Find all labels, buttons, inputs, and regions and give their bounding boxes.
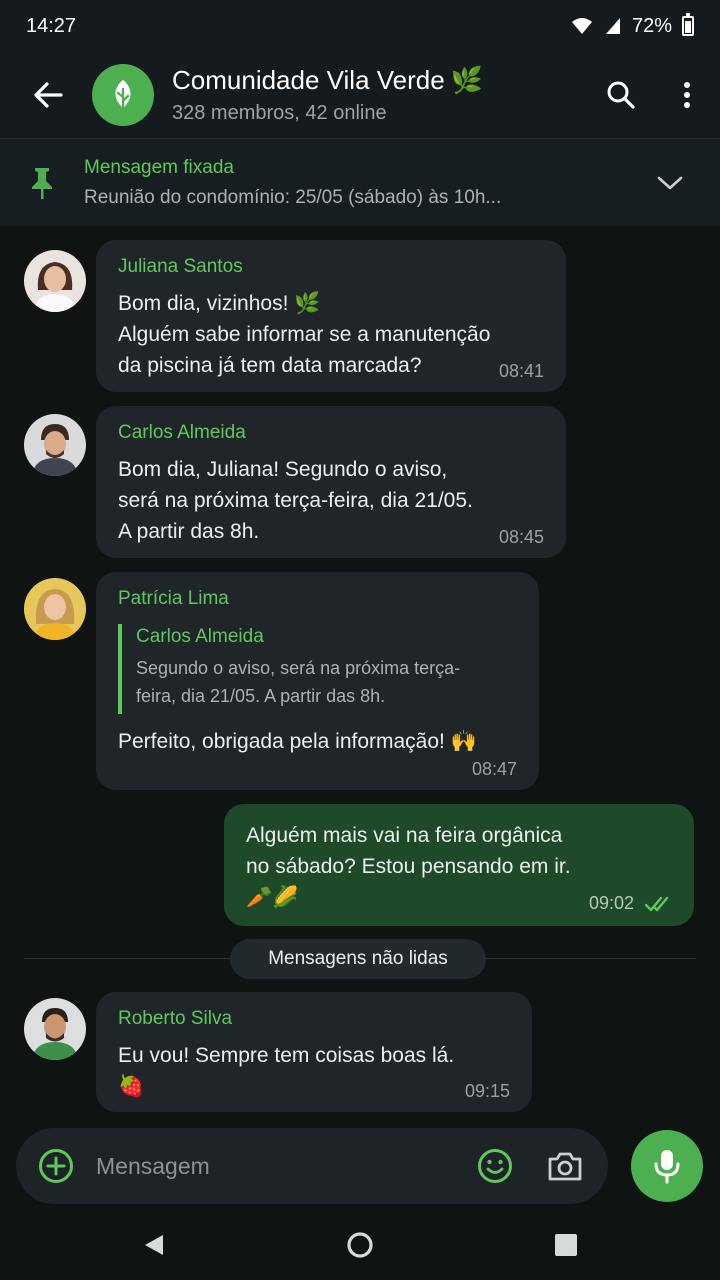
message-sender: Roberto Silva xyxy=(118,1008,233,1029)
chat-title-text: Comunidade Vila Verde xyxy=(172,65,445,95)
message-time: 09:15 xyxy=(464,1081,510,1101)
double-check-icon xyxy=(644,896,669,911)
battery-percent: 72% xyxy=(631,14,672,37)
camera-button[interactable] xyxy=(530,1133,600,1199)
microphone-icon xyxy=(654,1150,680,1184)
search-icon xyxy=(607,81,635,109)
pinned-text: Mensagem fixada Reunião do condomínio: 2… xyxy=(84,157,620,209)
outgoing-message-bubble[interactable]: Alguém mais vai na feira orgânica no sáb… xyxy=(224,804,694,926)
system-nav-bar xyxy=(0,1210,720,1280)
message-line: A partir das 8h. xyxy=(118,520,260,543)
chevron-down-icon xyxy=(657,176,683,189)
group-avatar[interactable] xyxy=(92,64,154,126)
avatar-juliana[interactable] xyxy=(24,250,86,312)
pinned-message[interactable]: Mensagem fixada Reunião do condomínio: 2… xyxy=(0,138,720,226)
reply-quote[interactable]: Carlos Almeida Segundo o aviso, será na … xyxy=(118,624,517,714)
expand-pinned-button[interactable] xyxy=(620,175,720,191)
smiley-icon xyxy=(478,1149,512,1183)
search-button[interactable] xyxy=(588,62,654,128)
nav-recents-button[interactable] xyxy=(463,1210,669,1280)
message-line: Alguém sabe informar se a manutenção xyxy=(118,323,491,346)
message-text: Perfeito, obrigada pela informação! 🙌 xyxy=(118,730,477,753)
header-actions xyxy=(588,62,720,128)
quote-text: Segundo o aviso, será na próxima terça- … xyxy=(136,654,517,710)
quote-sender: Carlos Almeida xyxy=(136,626,264,647)
triangle-back-icon xyxy=(145,1235,163,1255)
more-vertical-icon xyxy=(684,82,690,108)
message-sender: Carlos Almeida xyxy=(118,422,246,443)
leaf-icon xyxy=(115,80,131,112)
signal-icon xyxy=(604,16,622,36)
message-line: 🍓 xyxy=(118,1075,145,1098)
message-bubble-5[interactable]: Roberto Silva Eu vou! Sempre tem coisas … xyxy=(96,992,532,1112)
circle-home-icon xyxy=(347,1232,373,1258)
message-text: Bom dia, vizinhos! 🌿 Alguém sabe informa… xyxy=(118,288,544,381)
chat-title: Comunidade Vila Verde 🌿 xyxy=(172,65,588,96)
message-line: Alguém mais vai na feira orgânica xyxy=(246,824,563,847)
camera-icon xyxy=(548,1152,582,1181)
message-sender: Juliana Santos xyxy=(118,256,243,277)
message-list[interactable]: Juliana Santos Bom dia, vizinhos! 🌿 Algu… xyxy=(0,226,720,1120)
nav-home-button[interactable] xyxy=(257,1210,463,1280)
message-time: 08:45 xyxy=(498,527,544,547)
header-text[interactable]: Comunidade Vila Verde 🌿 328 membros, 42 … xyxy=(172,65,588,125)
message-line: da piscina já tem data marcada? xyxy=(118,354,422,377)
message-line: Eu vou! Sempre tem coisas boas lá. xyxy=(118,1044,455,1067)
avatar-roberto[interactable] xyxy=(24,998,86,1060)
nav-back-button[interactable] xyxy=(51,1210,257,1280)
message-line: Bom dia, Juliana! Segundo o aviso, xyxy=(118,458,448,481)
wifi-icon xyxy=(570,16,594,36)
message-input[interactable] xyxy=(96,1152,460,1180)
pin-icon xyxy=(0,166,84,200)
quote-line: Segundo o aviso, será na próxima terça- xyxy=(136,658,461,678)
square-recents-icon xyxy=(555,1234,577,1256)
chat-header: Comunidade Vila Verde 🌿 328 membros, 42 … xyxy=(0,52,720,138)
message-sender: Patrícia Lima xyxy=(118,588,229,609)
herb-emoji-icon: 🌿 xyxy=(450,65,484,95)
message-time: 08:41 xyxy=(498,361,544,381)
message-bubble-3[interactable]: Patrícia Lima Carlos Almeida Segundo o a… xyxy=(96,572,539,790)
message-line: será na próxima terça-feira, dia 21/05. xyxy=(118,489,473,512)
message-time: 08:47 xyxy=(471,759,517,779)
message-meta: 09:02 xyxy=(589,893,674,914)
message-line: no sábado? Estou pensando em ir. xyxy=(246,855,571,878)
attach-button[interactable] xyxy=(16,1148,96,1184)
message-composer xyxy=(16,1128,608,1204)
avatar-carlos[interactable] xyxy=(24,414,86,476)
message-line: Bom dia, vizinhos! 🌿 xyxy=(118,292,321,315)
status-time: 14:27 xyxy=(26,14,77,37)
pinned-body: Reunião do condomínio: 25/05 (sábado) às… xyxy=(84,186,502,208)
message-bubble-2[interactable]: Carlos Almeida Bom dia, Juliana! Segundo… xyxy=(96,406,566,558)
message-text: Bom dia, Juliana! Segundo o aviso, será … xyxy=(118,454,544,547)
emoji-button[interactable] xyxy=(460,1133,530,1199)
plus-circle-icon xyxy=(39,1149,73,1183)
battery-icon xyxy=(682,13,694,36)
message-bubble-1[interactable]: Juliana Santos Bom dia, vizinhos! 🌿 Algu… xyxy=(96,240,566,392)
more-options-button[interactable] xyxy=(654,62,720,128)
pinned-title: Mensagem fixada xyxy=(84,156,234,178)
unread-label: Mensagens não lidas xyxy=(230,939,486,979)
chat-subtitle: 328 membros, 42 online xyxy=(172,102,387,124)
voice-record-button[interactable] xyxy=(631,1130,703,1202)
message-time: 09:02 xyxy=(588,893,634,913)
avatar-patricia[interactable] xyxy=(24,578,86,640)
status-bar: 14:27 72% xyxy=(0,0,720,52)
quote-line: feira, dia 21/05. A partir das 8h. xyxy=(136,686,386,706)
message-text: Eu vou! Sempre tem coisas boas lá. 🍓 xyxy=(118,1040,510,1102)
back-button[interactable] xyxy=(0,52,96,138)
arrow-left-icon xyxy=(34,82,63,108)
status-icons: 72% xyxy=(570,13,694,38)
